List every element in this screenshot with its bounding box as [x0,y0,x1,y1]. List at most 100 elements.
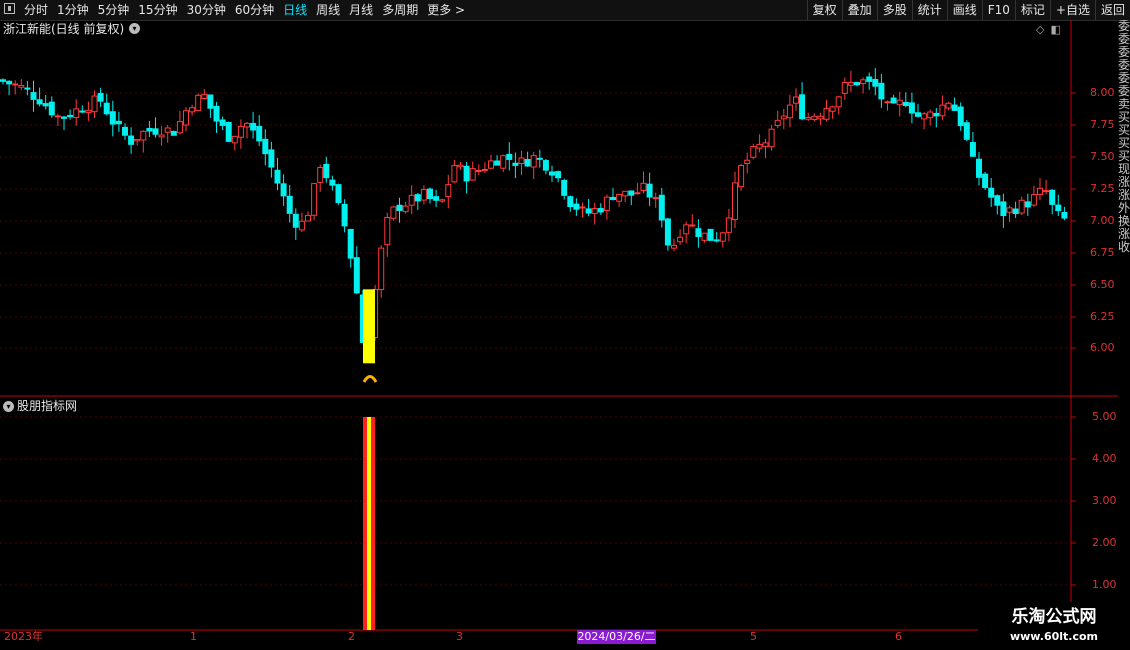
candle-down [585,208,592,214]
candle-down [0,79,6,82]
candle-down [628,190,635,196]
kline-chart[interactable] [0,0,1130,650]
candle-down [225,122,232,142]
candle-down [1049,189,1056,205]
candle-up [774,119,781,126]
candle-up [158,134,165,138]
candle-up [439,199,446,202]
candle-down [286,195,293,214]
candle-up [860,79,867,85]
candle-down [695,228,702,238]
candle-up [762,142,769,147]
x-axis-label: 6 [895,630,902,643]
candle-down [109,111,116,125]
candle-up [811,115,818,120]
candle-down [97,92,104,102]
candle-up [73,108,80,118]
candle-down [963,122,970,140]
candle-down [323,163,330,179]
candle-up [835,96,842,108]
chevron-down-icon[interactable]: ▾ [3,401,14,412]
candle-up [1043,190,1050,193]
candle-down [1061,211,1068,219]
candle-up [1018,199,1025,214]
candle-up [603,196,610,211]
x-axis-label: 2023年 [4,630,43,643]
candle-down [597,208,604,213]
candle-up [750,146,757,158]
candle-up [12,83,19,86]
candle-down [396,204,403,212]
candle-down [957,106,964,127]
candle-down [536,157,543,160]
candle-up [384,217,391,246]
candle-up [54,115,61,118]
candle-up [195,94,202,111]
candle-down [707,228,714,241]
candle-up [652,197,659,200]
candle-down [250,122,257,131]
candle-down [292,213,299,228]
watermark-url: www.60lt.com [1009,630,1099,643]
candle-up [237,125,244,138]
watermark-title: 乐淘公式网 [1011,607,1097,627]
candle-down [256,125,263,142]
price-tick-label: 6.50 [1090,278,1115,291]
indicator-tick-label: 1.00 [1092,578,1117,591]
candle-down [1000,201,1007,217]
candle-down [329,179,336,186]
candle-up [805,117,812,120]
price-tick-label: 7.25 [1090,182,1115,195]
candle-up [317,167,324,183]
x-axis-label: 5 [750,630,757,643]
candle-down [48,101,55,116]
candle-down [335,184,342,204]
candle-down [347,228,354,259]
candle-down [103,102,110,115]
candle-up [134,139,141,142]
candle-down [274,169,281,184]
candle-down [67,114,74,118]
candle-up [921,113,928,120]
candle-down [512,162,519,166]
candle-down [567,196,574,208]
candle-down [658,194,665,221]
candle-down [146,127,153,132]
candle-down [219,119,226,126]
candle-down [866,76,873,82]
candle-up [1037,187,1043,196]
candle-down [524,159,531,167]
candle-down [280,183,287,197]
indicator-tick-label: 4.00 [1092,452,1117,465]
candle-up [18,84,25,88]
candle-up [780,115,787,120]
indicator-tick-label: 3.00 [1092,494,1117,507]
indicator-bar-core [367,417,371,630]
candle-down [902,101,909,107]
candle-down [1012,208,1019,215]
candle-up [725,217,732,233]
candle-up [732,182,738,220]
price-tick-label: 7.00 [1090,214,1115,227]
candle-up [420,189,427,201]
candle-up [591,208,598,215]
candle-up [457,164,464,168]
candle-up [469,168,476,181]
candle-down [506,153,513,160]
candle-down [353,257,360,294]
candle-up [701,232,708,241]
candle-down [610,196,616,201]
candle-up [201,93,208,99]
price-tick-label: 6.00 [1090,341,1115,354]
candle-up [298,220,305,231]
candle-down [79,110,86,113]
candle-up [518,157,525,164]
candle-up [189,107,196,113]
candle-up [640,182,647,191]
candle-up [719,232,726,242]
candle-down [24,87,31,90]
signal-bar [363,289,375,364]
price-tick-label: 7.50 [1090,150,1115,163]
watermark: 乐淘公式网 www.60lt.com [978,602,1130,650]
price-tick-label: 7.75 [1090,118,1115,131]
